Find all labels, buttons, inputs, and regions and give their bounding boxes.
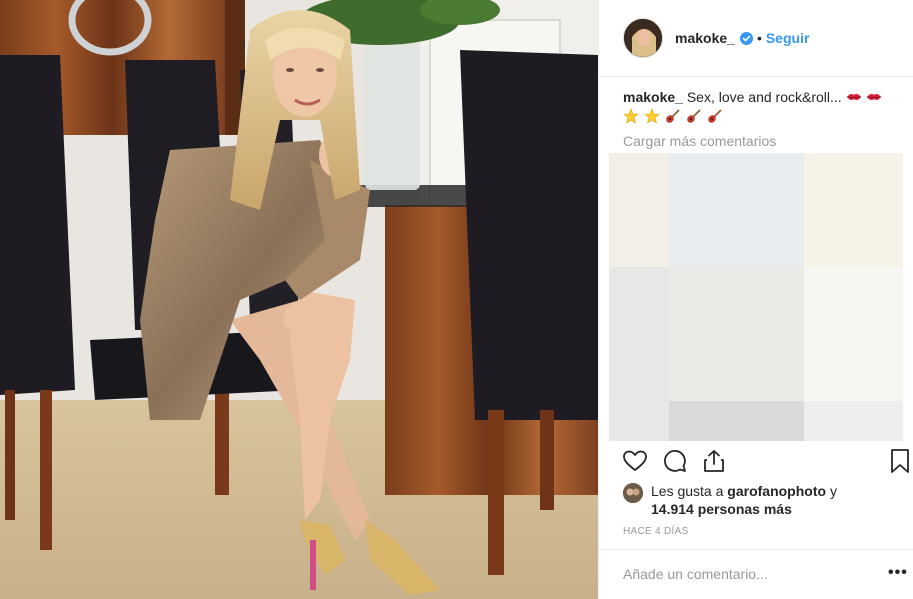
follow-button[interactable]: Seguir <box>766 30 810 46</box>
post-header: makoke_ • Seguir <box>599 0 913 77</box>
liker-username[interactable]: garofanophoto <box>727 483 826 499</box>
kiss-mark-icon <box>867 93 882 101</box>
post-photo-illustration <box>0 0 598 599</box>
post-timestamp[interactable]: HACE 4 DÍAS <box>623 526 689 537</box>
placeholder-block <box>669 267 804 401</box>
comment-bar: ••• <box>599 549 913 599</box>
placeholder-block <box>609 401 669 441</box>
caption-text: Sex, love and rock&roll... <box>686 89 842 105</box>
post-photo[interactable] <box>0 0 598 599</box>
star-icon <box>644 108 660 124</box>
avatar[interactable] <box>623 18 663 58</box>
liker-avatar-image <box>623 483 643 503</box>
caption-username[interactable]: makoke_ <box>623 89 683 105</box>
share-icon[interactable] <box>700 447 728 475</box>
guitar-icon <box>686 109 701 123</box>
more-options-icon[interactable]: ••• <box>888 564 908 582</box>
guitar-icon <box>666 109 680 123</box>
placeholder-block <box>669 153 804 267</box>
placeholder-block <box>804 267 903 401</box>
likes-prefix: Les gusta a <box>651 483 724 499</box>
header-username[interactable]: makoke_ <box>675 30 735 46</box>
separator-dot: • <box>756 30 762 46</box>
star-icon <box>623 108 639 124</box>
placeholder-block <box>609 153 669 267</box>
guitar-icon <box>707 109 722 123</box>
likes-count[interactable]: 14.914 personas más <box>651 501 792 517</box>
comment-input[interactable] <box>623 563 853 585</box>
post-sidebar: makoke_ • Seguir makoke_ Sex, love and r… <box>598 0 913 599</box>
heart-icon[interactable] <box>621 447 649 475</box>
placeholder-block <box>669 401 804 441</box>
avatar-image <box>624 19 662 57</box>
comments-loading-placeholder <box>609 153 903 441</box>
likes-and: y <box>829 483 837 499</box>
verified-badge-icon <box>739 31 753 45</box>
load-more-comments-link[interactable]: Cargar más comentarios <box>623 133 776 149</box>
placeholder-block <box>804 153 903 267</box>
post-caption: makoke_ Sex, love and rock&roll... <box>623 88 893 126</box>
bookmark-icon[interactable] <box>886 447 913 475</box>
kiss-mark-icon <box>846 93 861 101</box>
likes-summary: Les gusta a garofanophoto y 14.914 perso… <box>623 482 903 518</box>
comment-bubble-icon[interactable] <box>661 447 689 475</box>
placeholder-block <box>804 401 903 441</box>
liker-avatar[interactable] <box>623 483 643 503</box>
post-actions <box>599 447 913 477</box>
placeholder-block <box>609 267 669 401</box>
likes-text: Les gusta a garofanophoto y 14.914 perso… <box>651 482 837 518</box>
